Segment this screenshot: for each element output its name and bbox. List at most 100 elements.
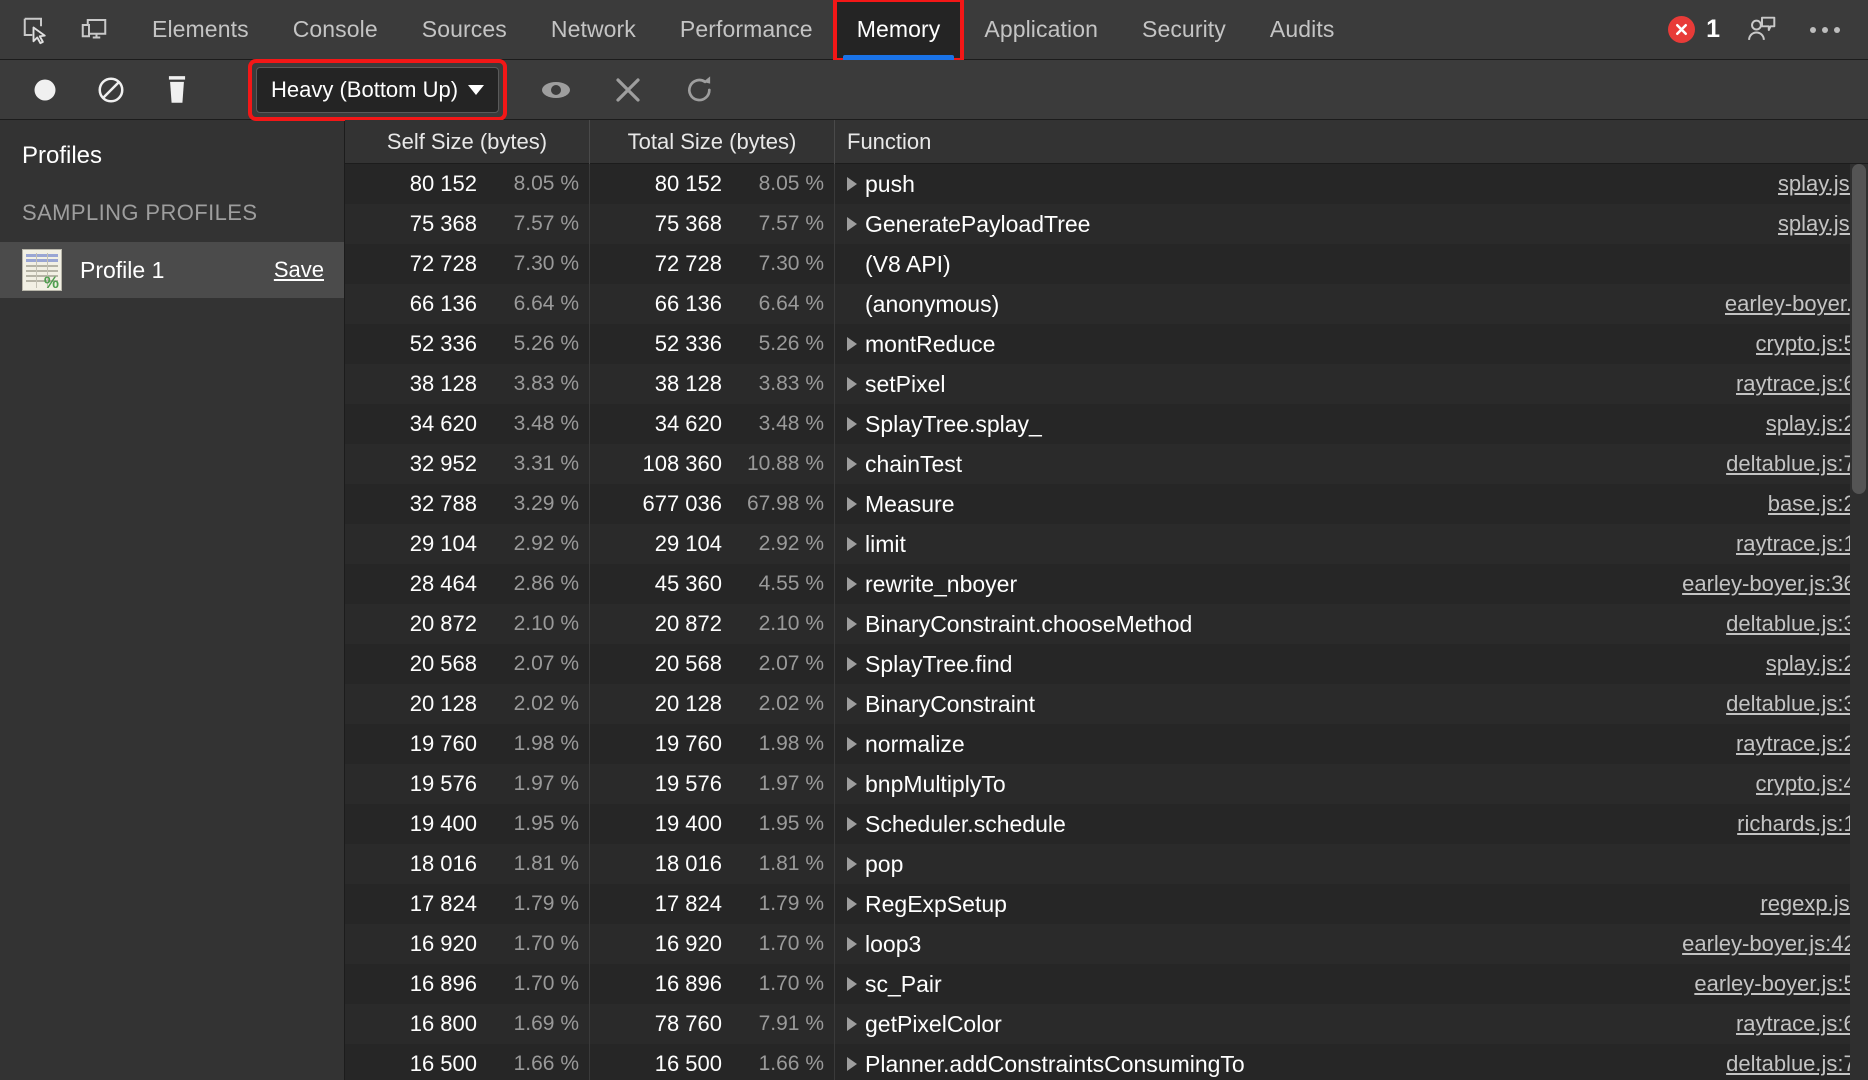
self-size-percent: 1.70 % [513,972,579,995]
table-row[interactable]: 20 568 2.07 % 20 568 2.07 % SplayTree.find sp… [345,644,1868,684]
table-row[interactable]: 38 128 3.83 % 38 128 3.83 % setPixel raytrace… [345,364,1868,404]
source-location-link[interactable]: raytrace.js:23 [1736,731,1868,757]
expand-triangle-icon[interactable] [847,577,857,591]
profile-view-select[interactable]: Heavy (Bottom Up) [256,66,500,113]
source-location-link[interactable]: raytrace.js:67 [1736,1011,1868,1037]
expand-triangle-icon[interactable] [847,457,857,471]
expand-triangle-icon[interactable] [847,537,857,551]
table-row[interactable]: 18 016 1.81 % 18 016 1.81 % pop [345,844,1868,884]
source-location-link[interactable]: earley-boyer.js [1725,291,1868,317]
expand-triangle-icon[interactable] [847,697,857,711]
total-size-value: 80 152 [654,171,722,196]
inspect-element-icon[interactable] [14,8,58,52]
tab-security[interactable]: Security [1120,0,1248,60]
table-row[interactable]: 29 104 2.92 % 29 104 2.92 % limit raytrace.js… [345,524,1868,564]
error-count-badge[interactable]: 1 [1668,15,1720,44]
column-header-total-size[interactable]: Total Size (bytes) [590,120,835,164]
expand-triangle-icon[interactable] [847,817,857,831]
expand-triangle-icon[interactable] [847,977,857,991]
focus-eye-icon[interactable] [535,69,577,111]
function-cell: RegExpSetup regexp.js:4 [835,884,1868,924]
vertical-scrollbar[interactable] [1850,164,1868,1080]
total-size-percent: 1.97 % [758,772,824,795]
exclude-x-icon[interactable] [607,69,649,111]
total-size-percent: 2.92 % [758,532,824,555]
table-row[interactable]: 80 152 8.05 % 80 152 8.05 % push splay.js:4 [345,164,1868,204]
table-row[interactable]: 19 400 1.95 % 19 400 1.95 % Scheduler.schedu… [345,804,1868,844]
trash-icon[interactable] [156,69,198,111]
expand-triangle-icon[interactable] [847,1057,857,1071]
tab-application[interactable]: Application [962,0,1120,60]
tab-audits[interactable]: Audits [1248,0,1357,60]
self-size-value: 32 952 [409,451,477,476]
scrollbar-thumb[interactable] [1852,164,1866,494]
function-cell: push splay.js:4 [835,164,1868,204]
expand-triangle-icon[interactable] [847,1017,857,1031]
column-header-function[interactable]: Function [835,120,1868,164]
source-location-link[interactable]: deltablue.js:34 [1726,691,1868,717]
table-row[interactable]: 28 464 2.86 % 45 360 4.55 % rewrite_nboyer ea… [345,564,1868,604]
source-location-link[interactable]: earley-boyer.js:53 [1694,971,1868,997]
total-size-value: 66 136 [654,291,722,316]
table-row[interactable]: 75 368 7.57 % 75 368 7.57 % GeneratePayloadT… [345,204,1868,244]
expand-triangle-icon[interactable] [847,857,857,871]
tab-elements[interactable]: Elements [130,0,271,60]
table-row[interactable]: 16 920 1.70 % 16 920 1.70 % loop3 earley-boye… [345,924,1868,964]
tab-console[interactable]: Console [271,0,400,60]
expand-triangle-icon[interactable] [847,937,857,951]
expand-triangle-icon[interactable] [847,657,857,671]
source-location-link[interactable]: deltablue.js:35 [1726,611,1868,637]
total-size-cell: 18 016 1.81 % [590,844,835,884]
more-options-icon[interactable] [1804,19,1846,41]
source-location-link[interactable]: raytrace.js:15 [1736,531,1868,557]
tab-performance[interactable]: Performance [658,0,835,60]
table-row[interactable]: 32 952 3.31 % 108 360 10.88 % chainTest delta… [345,444,1868,484]
total-size-percent: 7.57 % [758,212,824,235]
expand-triangle-icon[interactable] [847,417,857,431]
table-row[interactable]: 16 500 1.66 % 16 500 1.66 % Planner.addConst… [345,1044,1868,1080]
source-location-link[interactable]: raytrace.js:62 [1736,371,1868,397]
source-location-link[interactable]: richards.js:18 [1737,811,1868,837]
source-location-link[interactable]: deltablue.js:73 [1726,1051,1868,1077]
restore-refresh-icon[interactable] [679,69,721,111]
table-row[interactable]: 19 576 1.97 % 19 576 1.97 % bnpMultiplyTo cry… [345,764,1868,804]
tab-network[interactable]: Network [529,0,658,60]
source-location-link[interactable]: deltablue.js:79 [1726,451,1868,477]
table-row[interactable]: 32 788 3.29 % 677 036 67.98 % Measure base.js… [345,484,1868,524]
expand-triangle-icon[interactable] [847,737,857,751]
function-cell: montReduce crypto.js:58 [835,324,1868,364]
expand-triangle-icon[interactable] [847,777,857,791]
tab-memory[interactable]: Memory [832,0,965,62]
source-location-link[interactable]: earley-boyer.js:428 [1682,931,1868,957]
no-entry-icon[interactable] [90,69,132,111]
table-row[interactable]: 17 824 1.79 % 17 824 1.79 % RegExpSetup regex… [345,884,1868,924]
source-location-link[interactable]: earley-boyer.js:360 [1682,571,1868,597]
table-row[interactable]: 66 136 6.64 % 66 136 6.64 % (anonymous) earle… [345,284,1868,324]
sidebar-item-profile-1[interactable]: % Profile 1 Save [0,242,344,298]
record-circle-icon[interactable] [24,69,66,111]
table-row[interactable]: 20 872 2.10 % 20 872 2.10 % BinaryConstraint… [345,604,1868,644]
expand-triangle-icon[interactable] [847,497,857,511]
self-size-value: 72 728 [409,251,477,276]
sidebar-item-label: Profile 1 [80,256,165,283]
expand-triangle-icon[interactable] [847,897,857,911]
table-row[interactable]: 34 620 3.48 % 34 620 3.48 % SplayTree.splay_… [345,404,1868,444]
table-row[interactable]: 19 760 1.98 % 19 760 1.98 % normalize raytrac… [345,724,1868,764]
expand-triangle-icon[interactable] [847,217,857,231]
table-row[interactable]: 20 128 2.02 % 20 128 2.02 % BinaryConstraint… [345,684,1868,724]
table-row[interactable]: 72 728 7.30 % 72 728 7.30 % (V8 API) [345,244,1868,284]
total-size-percent: 1.81 % [758,852,824,875]
feedback-person-icon[interactable] [1740,8,1784,52]
expand-triangle-icon[interactable] [847,177,857,191]
expand-triangle-icon[interactable] [847,377,857,391]
table-row[interactable]: 52 336 5.26 % 52 336 5.26 % montReduce crypto… [345,324,1868,364]
table-row[interactable]: 16 896 1.70 % 16 896 1.70 % sc_Pair earley-bo… [345,964,1868,1004]
column-header-self-size[interactable]: Self Size (bytes) [345,120,590,164]
tab-sources[interactable]: Sources [400,0,529,60]
table-row[interactable]: 16 800 1.69 % 78 760 7.91 % getPixelColor ray… [345,1004,1868,1044]
expand-triangle-icon[interactable] [847,337,857,351]
expand-triangle-icon[interactable] [847,617,857,631]
device-toolbar-icon[interactable] [72,8,116,52]
source-link-clip: deltablue.js:35 [1726,611,1868,637]
save-profile-link[interactable]: Save [274,257,324,283]
